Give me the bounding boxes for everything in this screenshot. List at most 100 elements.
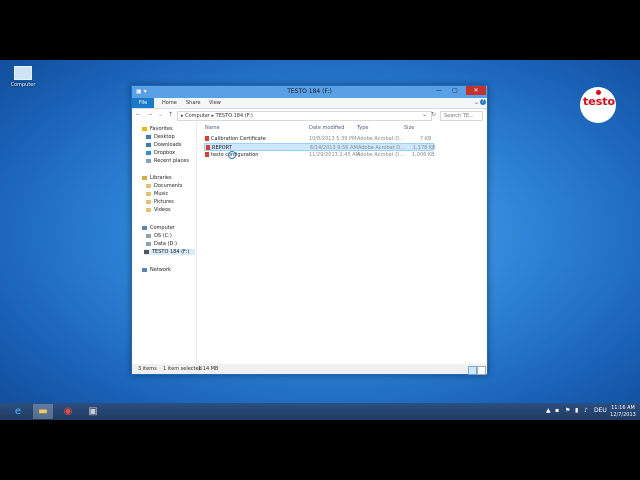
nav-favorites[interactable]: Favorites: [142, 126, 173, 132]
close-button[interactable]: ✕: [466, 86, 486, 95]
file-date: 10/8/2013 5:39 PM: [309, 136, 357, 142]
tab-file[interactable]: File: [132, 98, 154, 108]
internet-explorer-icon[interactable]: e: [8, 404, 28, 419]
nav-label: TESTO 184 (F:): [152, 249, 190, 255]
recent-dropdown-icon[interactable]: ⌄: [158, 111, 163, 118]
tray-app-icon[interactable]: ▪: [555, 407, 559, 414]
nav-music[interactable]: Music: [146, 191, 168, 197]
recent-places-icon: [146, 158, 151, 163]
nav-label: Pictures: [154, 199, 174, 205]
network-tray-icon[interactable]: ▮: [575, 407, 578, 414]
nav-label: Network: [150, 267, 171, 273]
column-name[interactable]: Name: [205, 125, 220, 131]
file-size: 1,006 KB: [412, 152, 435, 158]
nav-label: Videos: [154, 207, 171, 213]
mouse-cursor-icon: [228, 151, 236, 159]
star-icon: [142, 126, 147, 131]
music-icon: [146, 191, 151, 196]
address-dropdown-icon[interactable]: ⌄: [422, 111, 427, 118]
file-size: 7 KB: [420, 136, 432, 142]
nav-recent[interactable]: Recent places: [146, 158, 189, 164]
status-bar: 3 items 1 item selected 1.14 MB: [132, 364, 487, 375]
nav-documents[interactable]: Documents: [146, 183, 183, 189]
action-center-icon[interactable]: ⚑: [565, 407, 570, 414]
large-icons-view-button[interactable]: [477, 366, 486, 375]
nav-label: Desktop: [154, 134, 175, 140]
pictures-icon: [146, 199, 151, 204]
nav-downloads[interactable]: Downloads: [146, 142, 181, 148]
desktop: Computer testo ▣ ▾ TESTO 184 (F:) — ▢ ✕ …: [0, 60, 640, 420]
file-name-text: Calibration Certificate: [211, 136, 266, 142]
documents-icon: [146, 183, 151, 188]
tab-share[interactable]: Share: [186, 100, 200, 106]
refresh-icon[interactable]: ↻: [431, 111, 436, 118]
file-row[interactable]: testo configuration 11/29/2013 2:45 AM A…: [204, 151, 435, 159]
drive-icon: [146, 233, 151, 238]
navigation-pane: Favorites Desktop Downloads Dropbox Rece…: [132, 122, 197, 364]
address-field[interactable]: ▸ Computer ▸ TESTO 184 (F:): [177, 111, 432, 121]
tab-view[interactable]: View: [209, 100, 221, 106]
details-view-button[interactable]: [468, 366, 477, 375]
help-icon[interactable]: ?: [480, 99, 486, 105]
chrome-icon[interactable]: ◉: [58, 404, 78, 419]
selection-count: 1 item selected: [163, 366, 202, 372]
file-row-selected[interactable]: REPORT 6/14/2013 9:56 AM Adobe Acrobat D…: [204, 143, 436, 151]
desktop-computer-icon[interactable]: Computer: [8, 66, 38, 88]
nav-videos[interactable]: Videos: [146, 207, 171, 213]
search-input[interactable]: Search TE...: [440, 111, 483, 121]
forward-icon[interactable]: →: [147, 111, 152, 118]
file-type: Adobe Acrobat D...: [357, 152, 404, 158]
nav-network[interactable]: Network: [142, 267, 171, 273]
clock-date: 12/7/2013: [610, 412, 636, 418]
videos-icon: [146, 207, 151, 212]
nav-label: Dropbox: [154, 150, 176, 156]
desktop-icon: [146, 134, 151, 139]
volume-icon[interactable]: ♪: [584, 407, 588, 414]
file-row[interactable]: Calibration Certificate 10/8/2013 5:39 P…: [204, 135, 434, 143]
app-icon[interactable]: ▣: [83, 404, 103, 419]
minimize-button[interactable]: —: [431, 86, 447, 95]
dropbox-icon: [146, 150, 151, 155]
item-count: 3 items: [138, 366, 157, 372]
expand-ribbon-icon[interactable]: ⌄: [474, 99, 479, 106]
libraries-icon: [142, 175, 147, 180]
nav-testo-drive[interactable]: TESTO 184 (F:): [144, 249, 196, 255]
column-type[interactable]: Type: [357, 125, 368, 131]
nav-data-drive[interactable]: Data (D:): [146, 241, 177, 247]
file-list: Name Date modified Type Size Calibration…: [204, 122, 487, 364]
taskbar: e ▬ ◉ ▣ ▲ ▪ ⚑ ▮ ♪ DEU 11:16 AM 12/7/2013: [0, 403, 640, 420]
nav-label: Favorites: [150, 126, 173, 132]
tray-expand-icon[interactable]: ▲: [546, 407, 551, 414]
desktop-computer-label: Computer: [10, 82, 36, 88]
back-icon[interactable]: ←: [136, 111, 141, 118]
computer-icon: [14, 66, 32, 80]
testo-logo: testo: [580, 87, 616, 123]
nav-label: Computer: [150, 225, 175, 231]
network-icon: [142, 267, 147, 272]
column-size[interactable]: Size: [404, 125, 414, 131]
downloads-icon: [146, 142, 151, 147]
file-date: 11/29/2013 2:45 AM: [309, 152, 360, 158]
address-bar-row: ← → ⌄ ↑ ▸ Computer ▸ TESTO 184 (F:) ⌄ ↻ …: [132, 109, 487, 123]
up-icon[interactable]: ↑: [168, 111, 173, 118]
nav-computer[interactable]: Computer: [142, 225, 175, 231]
language-indicator[interactable]: DEU: [594, 407, 607, 414]
file-explorer-icon[interactable]: ▬: [33, 404, 53, 419]
selection-size: 1.14 MB: [198, 366, 219, 372]
explorer-window: ▣ ▾ TESTO 184 (F:) — ▢ ✕ File Home Share…: [131, 85, 488, 375]
nav-pictures[interactable]: Pictures: [146, 199, 174, 205]
title-bar[interactable]: ▣ ▾ TESTO 184 (F:) — ▢ ✕: [132, 86, 487, 98]
nav-libraries[interactable]: Libraries: [142, 175, 172, 181]
computer-icon: [142, 225, 147, 230]
nav-label: Downloads: [154, 142, 182, 148]
nav-label: Recent places: [154, 158, 189, 164]
nav-desktop[interactable]: Desktop: [146, 134, 175, 140]
nav-os-drive[interactable]: OS (C:): [146, 233, 172, 239]
nav-dropbox[interactable]: Dropbox: [146, 150, 175, 156]
pdf-icon: [205, 152, 209, 157]
column-date[interactable]: Date modified: [309, 125, 344, 131]
maximize-button[interactable]: ▢: [447, 86, 463, 95]
clock[interactable]: 11:16 AM 12/7/2013: [608, 405, 638, 419]
tab-home[interactable]: Home: [162, 100, 177, 106]
file-type: Adobe Acrobat D...: [357, 136, 404, 142]
